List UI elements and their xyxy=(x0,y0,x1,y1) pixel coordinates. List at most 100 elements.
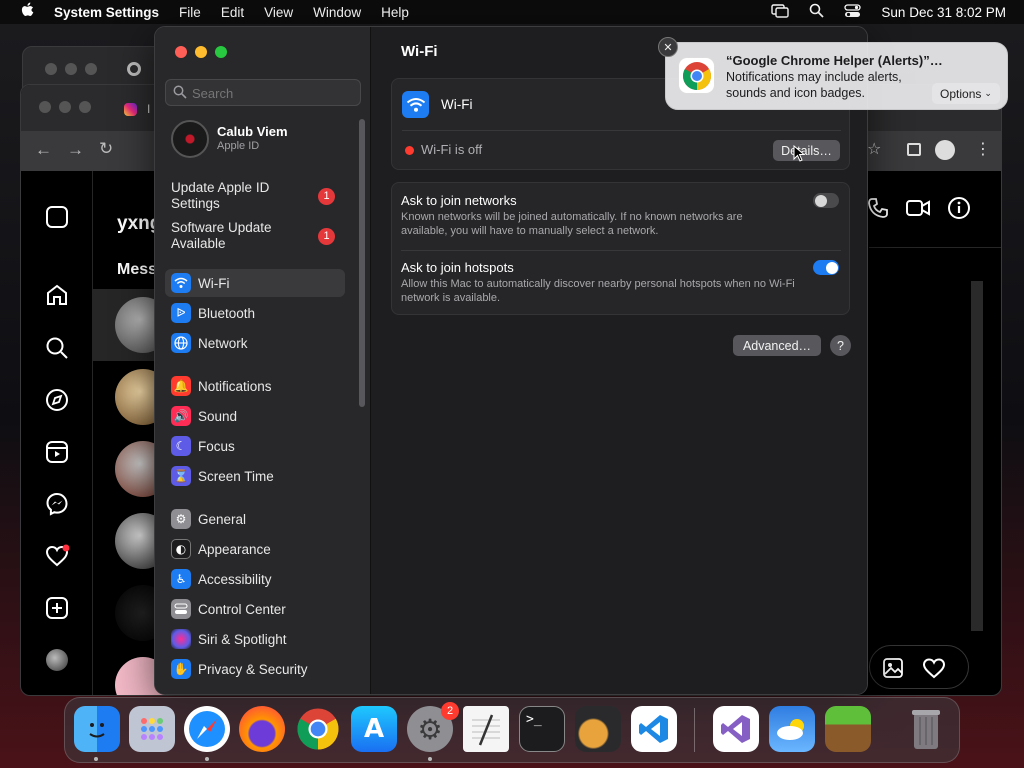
explore-compass-icon[interactable] xyxy=(45,388,69,417)
dock-terminal[interactable]: >_ xyxy=(519,706,565,752)
home-icon[interactable] xyxy=(45,283,69,312)
dock-textedit[interactable] xyxy=(463,706,509,752)
notification-title: “Google Chrome Helper (Alerts)”… xyxy=(726,53,943,68)
dock-garageband[interactable] xyxy=(575,706,621,752)
system-settings-window[interactable]: Calub Viem Apple ID Update Apple ID Sett… xyxy=(154,26,868,695)
sidebar-item-focus[interactable]: ☾ Focus xyxy=(165,432,345,460)
sidebar-item-appearance[interactable]: ◐ Appearance xyxy=(165,535,345,563)
help-button[interactable]: ? xyxy=(830,335,851,356)
ask-hotspots-description: Allow this Mac to automatically discover… xyxy=(401,278,795,304)
sidebar-item-label: Sound xyxy=(198,408,238,424)
menu-window[interactable]: Window xyxy=(313,5,361,20)
instagram-logo-icon[interactable] xyxy=(46,206,68,228)
sidebar-item-screen-time[interactable]: ⌛ Screen Time xyxy=(165,462,345,490)
audio-call-icon[interactable] xyxy=(867,197,889,224)
sidebar-item-siri-spotlight[interactable]: Siri & Spotlight xyxy=(165,625,345,653)
zoom-button[interactable] xyxy=(215,46,227,58)
sidebar-scrollbar[interactable] xyxy=(359,119,365,407)
details-button[interactable]: Details… xyxy=(773,140,840,161)
control-center-icon xyxy=(171,599,191,619)
profile-icon[interactable] xyxy=(935,140,955,160)
menu-view[interactable]: View xyxy=(264,5,293,20)
ask-networks-toggle[interactable] xyxy=(813,193,839,208)
menu-kebab-icon[interactable]: ⋮ xyxy=(975,139,991,159)
zoom-light[interactable] xyxy=(85,63,97,75)
spotlight-search-icon[interactable] xyxy=(809,3,825,21)
dock-chrome[interactable] xyxy=(295,706,341,752)
dock-safari[interactable] xyxy=(184,706,230,752)
dock-visual-studio[interactable] xyxy=(713,706,759,752)
create-plus-icon[interactable] xyxy=(45,596,69,625)
bookmark-star-icon[interactable]: ☆ xyxy=(867,139,881,158)
update-apple-id-alert[interactable]: Update Apple ID Settings 1 xyxy=(171,177,341,215)
software-update-alert[interactable]: Software Update Available 1 xyxy=(171,217,341,255)
settings-content: Wi-Fi Wi-Fi Wi-Fi is off Details… Ask to… xyxy=(371,27,867,694)
close-light[interactable] xyxy=(39,101,51,113)
minimize-light[interactable] xyxy=(59,101,71,113)
close-notification-icon[interactable]: ✕ xyxy=(658,37,678,57)
sidebar-item-network[interactable]: Network xyxy=(165,329,345,357)
notifications-heart-icon[interactable] xyxy=(45,544,71,573)
dock-app-store[interactable]: A xyxy=(351,706,397,752)
instagram-nav-rail xyxy=(21,171,93,695)
sidebar-item-wifi[interactable]: Wi-Fi xyxy=(165,269,345,297)
sidebar-item-sound[interactable]: 🔊 Sound xyxy=(165,402,345,430)
gear-icon: ⚙ xyxy=(171,509,191,529)
hourglass-icon: ⌛ xyxy=(171,466,191,486)
sidebar-item-label: Focus xyxy=(198,438,235,454)
sidebar-item-accessibility[interactable]: ♿ Accessibility xyxy=(165,565,345,593)
sidebar-item-bluetooth[interactable]: ᐉ Bluetooth xyxy=(165,299,345,327)
sidebar-item-privacy-security[interactable]: ✋ Privacy & Security xyxy=(165,655,345,683)
sidebar-item-notifications[interactable]: 🔔 Notifications xyxy=(165,372,345,400)
reload-icon[interactable]: ↻ xyxy=(99,139,113,159)
scrollbar[interactable] xyxy=(971,281,983,631)
running-indicator xyxy=(94,757,98,761)
app-menu[interactable]: System Settings xyxy=(54,5,159,20)
screen-mirroring-icon[interactable] xyxy=(771,3,790,21)
advanced-button[interactable]: Advanced… xyxy=(733,335,821,356)
tab-title[interactable]: I xyxy=(147,102,150,116)
gallery-image-icon[interactable] xyxy=(882,657,904,684)
dock-vscode[interactable] xyxy=(631,706,677,752)
ask-hotspots-toggle[interactable] xyxy=(813,260,839,275)
message-composer[interactable] xyxy=(869,645,969,689)
avatar xyxy=(171,120,209,158)
menubar-clock[interactable]: Sun Dec 31 8:02 PM xyxy=(881,5,1006,20)
notification-banner[interactable]: ✕ “Google Chrome Helper (Alerts)”… Notif… xyxy=(658,37,1008,110)
menu-file[interactable]: File xyxy=(179,5,201,20)
forward-icon[interactable]: → xyxy=(67,140,84,160)
search-icon[interactable] xyxy=(45,336,69,365)
like-heart-icon[interactable] xyxy=(922,657,946,684)
conversation-info-icon[interactable] xyxy=(947,196,971,225)
dock-launchpad[interactable] xyxy=(129,706,175,752)
options-button[interactable]: Options ⌄ xyxy=(932,83,1000,104)
apple-menu-icon[interactable] xyxy=(20,2,34,23)
close-light[interactable] xyxy=(45,63,57,75)
close-button[interactable] xyxy=(175,46,187,58)
back-icon[interactable]: ← xyxy=(35,140,52,160)
minimize-light[interactable] xyxy=(65,63,77,75)
dock-finder[interactable] xyxy=(74,706,120,752)
sidebar-item-general[interactable]: ⚙ General xyxy=(165,505,345,533)
search-field[interactable] xyxy=(165,79,361,106)
search-input[interactable] xyxy=(192,83,352,103)
dock-minecraft[interactable] xyxy=(825,706,871,752)
dock-trash[interactable] xyxy=(903,706,949,752)
minimize-button[interactable] xyxy=(195,46,207,58)
sidebar-item-label: Control Center xyxy=(198,601,286,617)
video-call-icon[interactable] xyxy=(905,197,931,224)
reels-icon[interactable] xyxy=(45,440,69,469)
instagram-tab-icon[interactable] xyxy=(124,103,137,116)
messenger-icon[interactable] xyxy=(45,492,69,521)
zoom-light[interactable] xyxy=(79,101,91,113)
control-center-menu-icon[interactable] xyxy=(844,3,862,21)
side-panel-icon[interactable] xyxy=(907,143,921,156)
dock-weather[interactable] xyxy=(769,706,815,752)
apple-id-account[interactable]: Calub Viem Apple ID xyxy=(169,119,359,159)
profile-avatar[interactable] xyxy=(46,649,68,671)
alert-label: Software Update Available xyxy=(171,220,272,251)
sidebar-item-control-center[interactable]: Control Center xyxy=(165,595,345,623)
menu-help[interactable]: Help xyxy=(381,5,409,20)
dock-firefox[interactable] xyxy=(239,706,285,752)
menu-edit[interactable]: Edit xyxy=(221,5,244,20)
